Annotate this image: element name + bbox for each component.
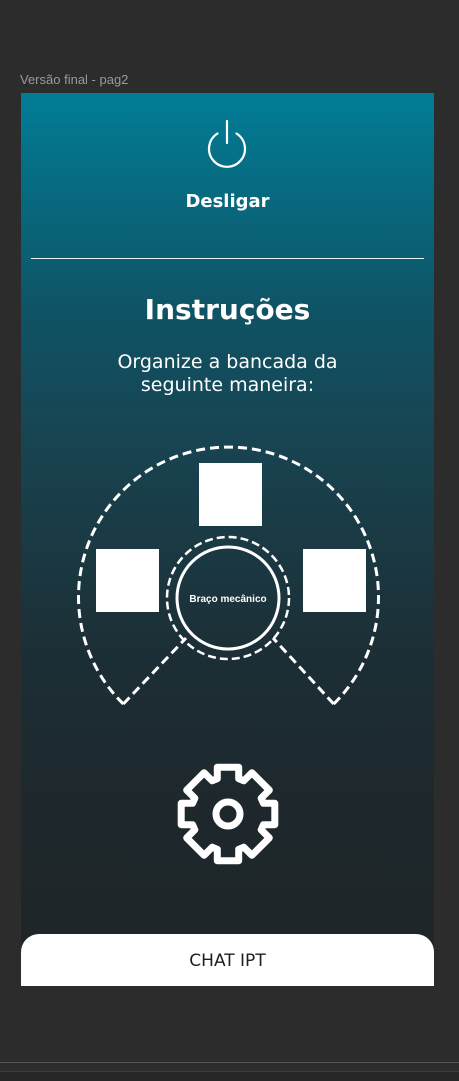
gear-icon[interactable] [175,761,281,867]
instructions-subtitle: Organize a bancada da seguinte maneira: [117,351,338,396]
chat-button[interactable]: CHAT IPT [21,934,434,986]
app-screen: Desligar Instruções Organize a bancada d… [21,93,434,986]
frame-label: Versão final - pag2 [20,72,129,87]
shutdown-label[interactable]: Desligar [21,191,434,212]
instructions-title: Instruções [144,293,311,326]
canvas-divider [0,1062,459,1063]
workbench-diagram: Braço mecânico [77,445,380,706]
station-right [303,549,366,612]
robot-arm-label: Braço mecânico [189,594,266,605]
station-top [199,463,262,526]
workspace-right-edge [271,636,335,706]
divider [31,258,424,259]
power-icon[interactable] [202,120,252,170]
station-left [96,549,159,612]
workspace-left-edge [122,636,188,706]
